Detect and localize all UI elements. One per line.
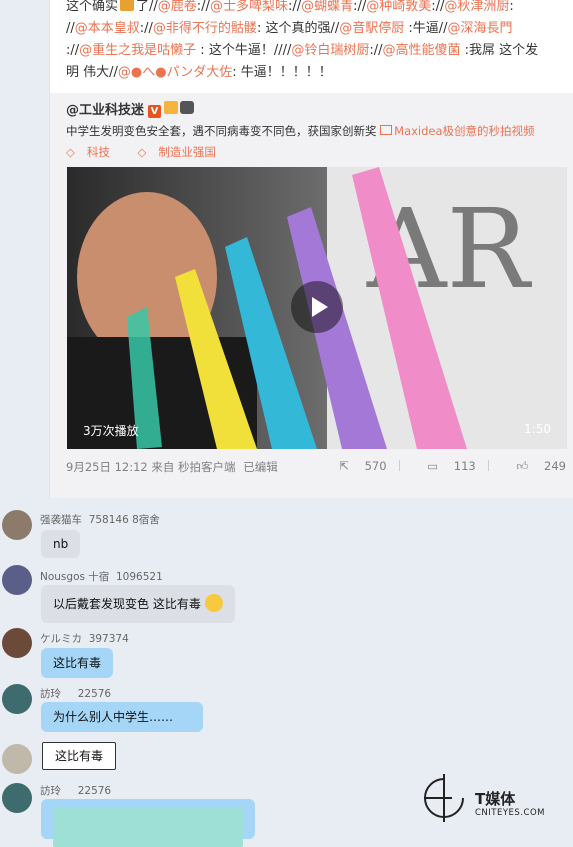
message-text: 这比有毒: [55, 749, 104, 763]
like-count: 249: [544, 459, 566, 473]
avatar[interactable]: [2, 744, 32, 774]
avatar[interactable]: [2, 684, 32, 714]
repost-icon: ⇱: [339, 459, 349, 473]
divider: [487, 460, 489, 471]
topic-icon: ◇: [137, 145, 147, 159]
video-duration: 1:50: [524, 422, 551, 436]
sender-meta: 397374: [88, 633, 129, 645]
sender-info: 訪玲 22576: [40, 686, 111, 701]
sender-meta: 22576: [77, 688, 112, 700]
topic-label: 制造业强国: [158, 145, 216, 159]
video-player[interactable]: AR 3万次播放 1:50: [67, 167, 567, 449]
message-bubble[interactable]: 这比有毒: [41, 648, 114, 678]
repost-count: 570: [364, 459, 387, 473]
comment-button[interactable]: ▭ 113: [415, 459, 475, 473]
mention-link[interactable]: @鹿卷: [158, 0, 197, 14]
sender-meta: 1096521: [116, 571, 163, 583]
beer-emoji-icon: [120, 0, 135, 11]
mention-link[interactable]: @种崎敦美: [366, 0, 431, 14]
retweet-author: @工业科技迷 V: [66, 99, 195, 118]
member-crown-icon: [164, 101, 179, 114]
laugh-cry-emoji-icon: [204, 594, 223, 612]
sender-name: 訪玲: [40, 688, 61, 700]
comment-text: 牛逼//: [412, 21, 448, 36]
sender-name: Nousgos 十宿: [40, 571, 110, 583]
mention-link[interactable]: @本本皇叔: [75, 21, 140, 36]
image-preview: [53, 807, 243, 847]
comment-text: 这个牛逼！//: [208, 43, 283, 58]
post-meta: 9月25日 12:12 来自 秒拍客户端 已编辑: [66, 459, 278, 475]
repost-button[interactable]: ⇱ 570: [327, 459, 386, 473]
retweeted-post: @工业科技迷 V 中学生发明变色安全套，遇不同病毒变不同色，获国家创新奖 Maxi…: [50, 93, 573, 498]
comment-text-mid: 了//: [136, 0, 158, 14]
post-timestamp[interactable]: 9月25日 12:12 来自 秒拍客户端: [66, 460, 236, 474]
video-link-label: Maxidea极创意的秒拍视频: [394, 124, 535, 138]
avatar[interactable]: [2, 565, 32, 595]
message-bubble[interactable]: 以后戴套发现变色 这比有毒: [41, 585, 235, 623]
description-text: 中学生发明变色安全套，遇不同病毒变不同色，获国家创新奖: [66, 124, 377, 138]
topic-label: 科技: [86, 145, 110, 159]
sender-info: ケルミカ 397374: [40, 631, 129, 646]
avatar[interactable]: [2, 510, 32, 540]
post-actions: ⇱ 570 ▭ 113 👍︎ 249: [315, 459, 566, 474]
mention-link[interactable]: @高性能傻菌: [383, 43, 461, 58]
watermark-subtitle: CNITEYES.COM: [475, 808, 545, 818]
mention-link[interactable]: @●へ●パンダ大佐: [118, 65, 232, 80]
sender-name: 訪玲: [40, 785, 61, 797]
watermark-title: T媒体: [475, 790, 516, 808]
comment-icon: ▭: [427, 459, 439, 473]
mention-link[interactable]: @音駅停厨: [339, 21, 404, 36]
repost-comment-text: 这个确实 了//@鹿卷://@士多啤梨味://@蝴蝶青://@种崎敦美://@秋津…: [66, 0, 539, 80]
sender-meta: 758146 8宿舍: [88, 514, 160, 526]
message-bubble[interactable]: nb: [41, 530, 81, 558]
topic-tag[interactable]: ◇ 制造业强国: [138, 145, 228, 159]
comment-count: 113: [453, 459, 476, 473]
message-text: 为什么别人中学生……: [53, 710, 174, 724]
mention-link[interactable]: @铃白瑞树厨: [291, 43, 369, 58]
mention-link[interactable]: @秋津洲厨: [444, 0, 509, 14]
play-button[interactable]: [291, 281, 343, 333]
play-count: 3万次播放: [83, 424, 139, 438]
mention-link[interactable]: @深海長門: [448, 21, 513, 36]
like-button[interactable]: 👍︎ 249: [504, 459, 566, 473]
message-text: nb: [53, 537, 69, 551]
topic-tag[interactable]: ◇ 科技: [66, 145, 122, 159]
thumbs-up-icon: 👍︎: [516, 459, 529, 473]
mention-link[interactable]: @蝴蝶青: [301, 0, 353, 14]
sender-meta: 22576: [77, 785, 112, 797]
sender-info: 强袭猫车 758146 8宿舍: [40, 512, 160, 527]
sender-name: 强袭猫车: [40, 514, 82, 526]
weibo-post-card: 这个确实 了//@鹿卷://@士多啤梨味://@蝴蝶青://@种崎敦美://@秋津…: [49, 0, 573, 498]
level-badge-icon: [180, 101, 195, 114]
sender-name: ケルミカ: [40, 633, 82, 645]
author-name[interactable]: @工业科技迷: [66, 103, 144, 118]
watermark-logo-icon: [424, 774, 464, 822]
avatar[interactable]: [2, 783, 32, 813]
repost-comment-area: 这个确实 了//@鹿卷://@士多啤梨味://@蝴蝶青://@种崎敦美://@秋津…: [50, 0, 573, 93]
comment-text: 我屌 这个发: [469, 43, 539, 58]
comment-text: 明 伟大//: [66, 65, 118, 80]
topic-icon: ◇: [66, 145, 75, 159]
mention-link[interactable]: @非得不行的骷髅: [153, 21, 257, 36]
mention-link[interactable]: @重生之我是咕懒子: [79, 43, 196, 58]
verified-v-icon: V: [148, 105, 162, 118]
divider: [398, 460, 400, 471]
sender-info: Nousgos 十宿 1096521: [40, 569, 163, 584]
message-bubble[interactable]: 这比有毒: [42, 742, 117, 770]
topic-tags: ◇ 科技 ◇ 制造业强国: [66, 144, 240, 160]
comment-text-start: 这个确实: [66, 0, 119, 14]
retweet-description: 中学生发明变色安全套，遇不同病毒变不同色，获国家创新奖 Maxidea极创意的秒…: [66, 123, 535, 139]
mention-link[interactable]: @士多啤梨味: [210, 0, 288, 14]
video-link[interactable]: Maxidea极创意的秒拍视频: [380, 124, 535, 138]
message-text: 以后戴套发现变色 这比有毒: [53, 597, 201, 611]
comment-text: 这个真的强//: [265, 21, 340, 36]
message-text: 这比有毒: [53, 656, 102, 670]
avatar[interactable]: [2, 628, 32, 658]
sender-info: 訪玲 22576: [40, 783, 111, 798]
comment-text: 牛逼！！！！！: [240, 65, 332, 80]
video-link-icon: [380, 125, 393, 135]
edited-label: 已编辑: [243, 460, 278, 474]
message-bubble[interactable]: [41, 799, 255, 847]
message-bubble[interactable]: 为什么别人中学生……: [41, 702, 204, 732]
